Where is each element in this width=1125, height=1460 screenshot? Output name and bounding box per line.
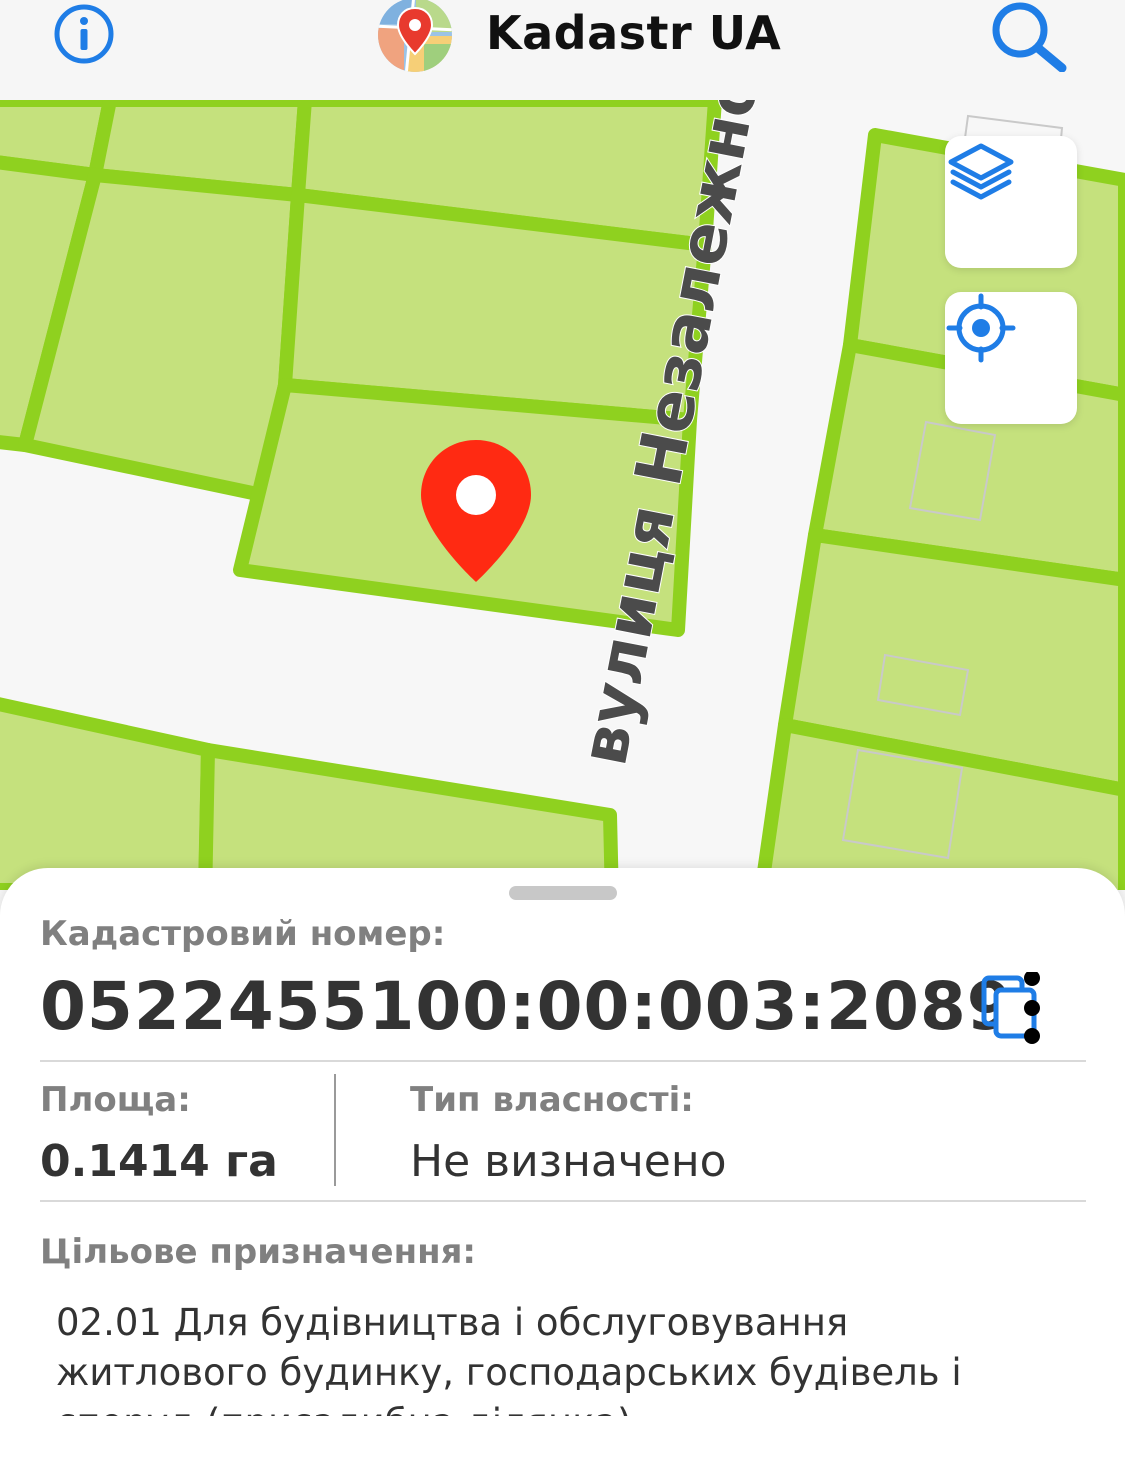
search-icon — [992, 2, 1067, 73]
area-label: Площа: — [40, 1080, 191, 1120]
divider — [40, 1060, 1086, 1062]
app-title: Kadastr UA — [486, 6, 782, 60]
sheet-grabber[interactable] — [509, 886, 617, 900]
info-icon — [54, 4, 114, 64]
layers-icon — [948, 143, 1014, 200]
search-button[interactable] — [986, 0, 1068, 73]
copy-icon — [981, 970, 1040, 1044]
app-header: Kadastr UA — [0, 0, 1125, 100]
divider — [40, 1200, 1086, 1202]
area-value: 0.1414 га — [40, 1136, 278, 1187]
copy-button[interactable] — [978, 970, 1044, 1044]
parcel-shape — [0, 697, 215, 890]
locate-icon — [946, 293, 1016, 363]
layers-button[interactable] — [945, 136, 1077, 268]
purpose-text: 02.01 Для будівництва і обслуговування ж… — [56, 1301, 962, 1416]
ownership-type-value: Не визначено — [410, 1136, 727, 1187]
info-button[interactable] — [52, 2, 116, 66]
purpose-label: Цільове призначення: — [40, 1232, 477, 1272]
cadastral-number-label: Кадастровий номер: — [40, 914, 446, 954]
cadastral-map[interactable]: вулиця Незалежнос — [0, 100, 1125, 890]
ownership-type-label: Тип власності: — [410, 1080, 694, 1120]
locate-button[interactable] — [945, 292, 1077, 424]
cadastral-number: 0522455100:00:003:2089 — [40, 968, 1014, 1045]
app-logo-icon — [374, 0, 456, 76]
vertical-divider — [334, 1074, 336, 1186]
parcel-info-sheet[interactable]: Кадастровий номер: 0522455100:00:003:208… — [0, 868, 1125, 1460]
